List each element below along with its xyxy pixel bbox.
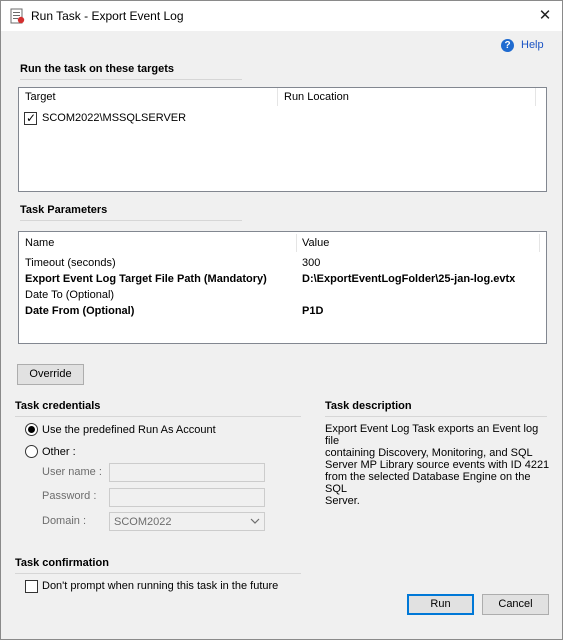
target-name: SCOM2022\MSSQLSERVER bbox=[42, 112, 187, 124]
description-section-title: Task description bbox=[325, 400, 412, 412]
column-divider bbox=[277, 88, 278, 106]
column-header-run-location[interactable]: Run Location bbox=[284, 91, 349, 103]
cancel-button[interactable]: Cancel bbox=[482, 594, 549, 615]
divider bbox=[325, 416, 547, 417]
parameters-list-header: Name Value bbox=[19, 234, 546, 252]
close-icon[interactable]: ✕ bbox=[528, 1, 562, 31]
column-header-value[interactable]: Value bbox=[302, 237, 329, 249]
parameter-name: Date From (Optional) bbox=[25, 305, 135, 317]
targets-list-header: Target Run Location bbox=[19, 88, 546, 106]
password-label: Password : bbox=[42, 490, 97, 502]
parameter-name: Export Event Log Target File Path (Manda… bbox=[25, 273, 267, 285]
predefined-account-label[interactable]: Use the predefined Run As Account bbox=[42, 424, 216, 436]
description-line: containing Discovery, Monitoring, and SQ… bbox=[325, 447, 533, 459]
divider bbox=[15, 573, 301, 574]
column-header-name[interactable]: Name bbox=[25, 237, 54, 249]
column-divider bbox=[539, 234, 540, 252]
description-line: Server. bbox=[325, 495, 360, 507]
radio-selected-dot bbox=[28, 426, 35, 433]
target-checkbox[interactable]: ✓ bbox=[24, 111, 37, 125]
other-account-label[interactable]: Other : bbox=[42, 446, 76, 458]
override-button[interactable]: Override bbox=[17, 364, 84, 385]
predefined-account-radio[interactable] bbox=[25, 423, 38, 436]
password-input[interactable] bbox=[109, 488, 265, 507]
dont-prompt-checkbox[interactable] bbox=[25, 580, 38, 593]
targets-section-title: Run the task on these targets bbox=[20, 63, 175, 75]
domain-select[interactable]: SCOM2022 bbox=[109, 512, 265, 531]
checkmark-icon: ✓ bbox=[26, 111, 37, 125]
parameters-list[interactable]: Name Value Timeout (seconds) 300 Export … bbox=[18, 231, 547, 344]
credentials-section-title: Task credentials bbox=[15, 400, 101, 412]
column-header-target[interactable]: Target bbox=[25, 91, 56, 103]
parameter-name: Date To (Optional) bbox=[25, 289, 115, 301]
chevron-down-icon bbox=[250, 515, 260, 530]
parameter-value[interactable]: D:\ExportEventLogFolder\25-jan-log.evtx bbox=[302, 273, 515, 285]
targets-list[interactable]: Target Run Location ✓ SCOM2022\MSSQLSERV… bbox=[18, 87, 547, 192]
divider bbox=[20, 79, 242, 80]
run-task-dialog: Run Task - Export Event Log ✕ ? Help Run… bbox=[0, 0, 563, 640]
title-bar: Run Task - Export Event Log ✕ bbox=[1, 1, 562, 31]
dont-prompt-label[interactable]: Don't prompt when running this task in t… bbox=[42, 580, 278, 592]
domain-label: Domain : bbox=[42, 515, 87, 527]
help-label[interactable]: Help bbox=[521, 39, 544, 51]
run-button[interactable]: Run bbox=[407, 594, 474, 615]
divider bbox=[15, 416, 301, 417]
description-line: Export Event Log Task exports an Event l… bbox=[325, 423, 539, 447]
column-divider bbox=[296, 234, 297, 252]
domain-value: SCOM2022 bbox=[114, 516, 172, 528]
help-link[interactable]: ? Help bbox=[501, 39, 546, 53]
help-icon: ? bbox=[501, 39, 514, 52]
column-divider bbox=[535, 88, 536, 106]
target-row[interactable]: ✓ SCOM2022\MSSQLSERVER bbox=[23, 111, 283, 127]
parameter-name: Timeout (seconds) bbox=[25, 257, 116, 269]
parameter-value[interactable]: P1D bbox=[302, 305, 323, 317]
username-label: User name : bbox=[42, 466, 102, 478]
description-line: Server MP Library source events with ID … bbox=[325, 459, 550, 471]
description-line: from the selected Database Engine on the… bbox=[325, 471, 531, 495]
task-description-text: Export Event Log Task exports an Event l… bbox=[325, 423, 555, 507]
window-title: Run Task - Export Event Log bbox=[31, 9, 184, 23]
parameters-section-title: Task Parameters bbox=[20, 204, 108, 216]
divider bbox=[20, 220, 242, 221]
parameter-value[interactable]: 300 bbox=[302, 257, 320, 269]
other-account-radio[interactable] bbox=[25, 445, 38, 458]
confirmation-section-title: Task confirmation bbox=[15, 557, 109, 569]
username-input[interactable] bbox=[109, 463, 265, 482]
task-app-icon bbox=[10, 8, 25, 24]
